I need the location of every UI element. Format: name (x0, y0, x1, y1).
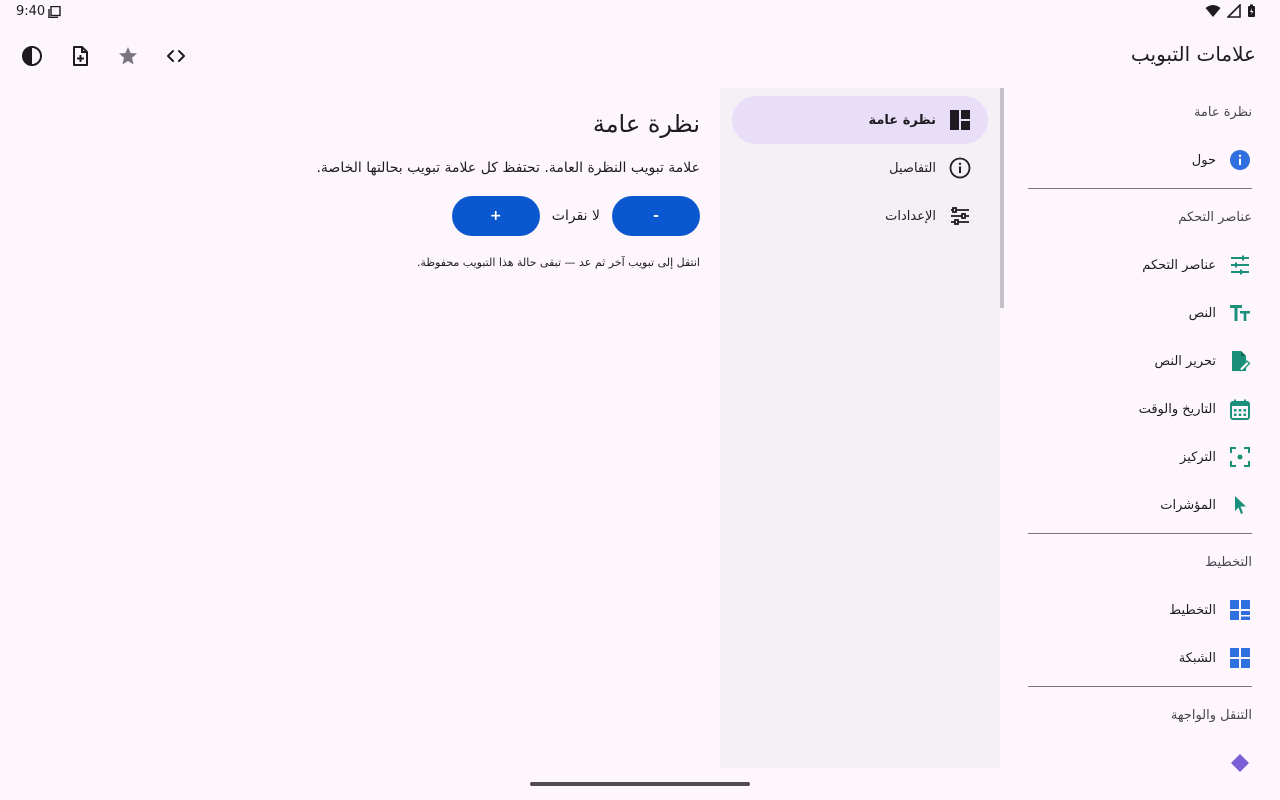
screenshot-notification-icon (48, 6, 61, 18)
tab-details[interactable]: التفاصيل (732, 144, 988, 192)
decrement-button[interactable]: - (612, 196, 700, 236)
code-icon (167, 50, 185, 62)
layout-icon (1228, 598, 1252, 622)
nav-section-header: التنقل والواجهة (1170, 707, 1252, 723)
navigation-drawer: نظرة عامة حول عناصر التحكم عناصر التحكم … (1000, 88, 1280, 800)
nav-item-label: المؤشرات (1160, 497, 1216, 513)
diamond-icon (1228, 751, 1252, 775)
info-outline-icon (948, 156, 972, 180)
nav-item-label: التخطيط (1169, 602, 1216, 618)
note-add-icon (73, 46, 88, 66)
tab-label: نظرة عامة (868, 112, 936, 128)
nav-item-focus[interactable]: التركيز (1000, 433, 1280, 481)
nav-section-header: نظرة عامة (1193, 104, 1252, 120)
nav-item-layout[interactable]: التخطيط (1000, 586, 1280, 634)
code-button[interactable] (152, 32, 200, 80)
top-app-bar: علامات التبويب (0, 32, 1280, 80)
status-icons (1205, 4, 1256, 18)
calendar-icon (1228, 397, 1252, 421)
info-icon (1228, 148, 1252, 172)
increment-button[interactable]: + (451, 196, 540, 236)
theme-toggle-button[interactable] (8, 32, 56, 80)
gesture-navigation-bar[interactable] (530, 782, 750, 786)
focus-icon (1228, 445, 1252, 469)
nav-item-about[interactable]: حول (1000, 136, 1280, 184)
nav-divider (1028, 188, 1252, 189)
counter-row: - لا نقرات + (280, 196, 700, 236)
settings-sliders-icon (948, 204, 972, 228)
nav-item-label: التركيز (1180, 449, 1216, 465)
nav-item-label: حول (1191, 152, 1216, 168)
new-document-button[interactable] (56, 32, 104, 80)
signal-icon (1227, 4, 1241, 18)
nav-item-label: عناصر التحكم (1142, 257, 1216, 273)
nav-item-text-edit[interactable]: تحرير النص (1000, 337, 1280, 385)
nav-item-label: التاريخ والوقت (1138, 401, 1216, 417)
counter-label: لا نقرات (551, 208, 600, 224)
nav-item-pointers[interactable]: المؤشرات (1000, 481, 1280, 529)
nav-item-label: الشبكة (1178, 650, 1216, 666)
star-icon (119, 47, 137, 65)
text-fields-icon (1228, 301, 1252, 325)
nav-section-header: التخطيط (1205, 554, 1252, 570)
nav-item-partial[interactable] (1000, 739, 1280, 787)
pane-scrollbar[interactable] (1000, 88, 1004, 308)
contrast-icon (22, 46, 42, 66)
pointer-icon (1228, 493, 1252, 517)
nav-section-header: عناصر التحكم (1178, 209, 1252, 225)
tab-settings[interactable]: الإعدادات (732, 192, 988, 240)
nav-item-date-time[interactable]: التاريخ والوقت (1000, 385, 1280, 433)
favorite-button[interactable] (104, 32, 152, 80)
detail-panel: نظرة عامة علامة تبويب النظرة العامة. تحت… (280, 110, 700, 269)
wifi-icon (1205, 5, 1221, 17)
tab-label: التفاصيل (889, 160, 936, 176)
edit-document-icon (1228, 349, 1252, 373)
dashboard-icon (948, 108, 972, 132)
nav-item-text[interactable]: النص (1000, 289, 1280, 337)
nav-item-grid[interactable]: الشبكة (1000, 634, 1280, 682)
nav-divider (1028, 686, 1252, 687)
detail-title: نظرة عامة (592, 110, 700, 138)
nav-divider (1028, 533, 1252, 534)
nav-item-label: تحرير النص (1154, 353, 1216, 369)
status-time: 9:40 (16, 4, 46, 19)
nav-item-controls[interactable]: عناصر التحكم (1000, 241, 1280, 289)
detail-description: علامة تبويب النظرة العامة. تحتفظ كل علام… (316, 160, 700, 176)
detail-hint: انتقل إلى تبويب آخر ثم عد — تبقى حالة هذ… (416, 256, 700, 269)
status-bar: 9:40 (0, 0, 1280, 24)
tab-label: الإعدادات (885, 208, 936, 224)
tab-overview[interactable]: نظرة عامة (732, 96, 988, 144)
tune-icon (1228, 253, 1252, 277)
page-title: علامات التبويب (1130, 42, 1256, 66)
tab-list-pane: نظرة عامة التفاصيل الإعدادات (720, 88, 1000, 768)
app-bar-actions (8, 32, 200, 80)
grid-icon (1228, 646, 1252, 670)
battery-icon (1248, 4, 1255, 17)
nav-item-label: النص (1188, 305, 1216, 321)
